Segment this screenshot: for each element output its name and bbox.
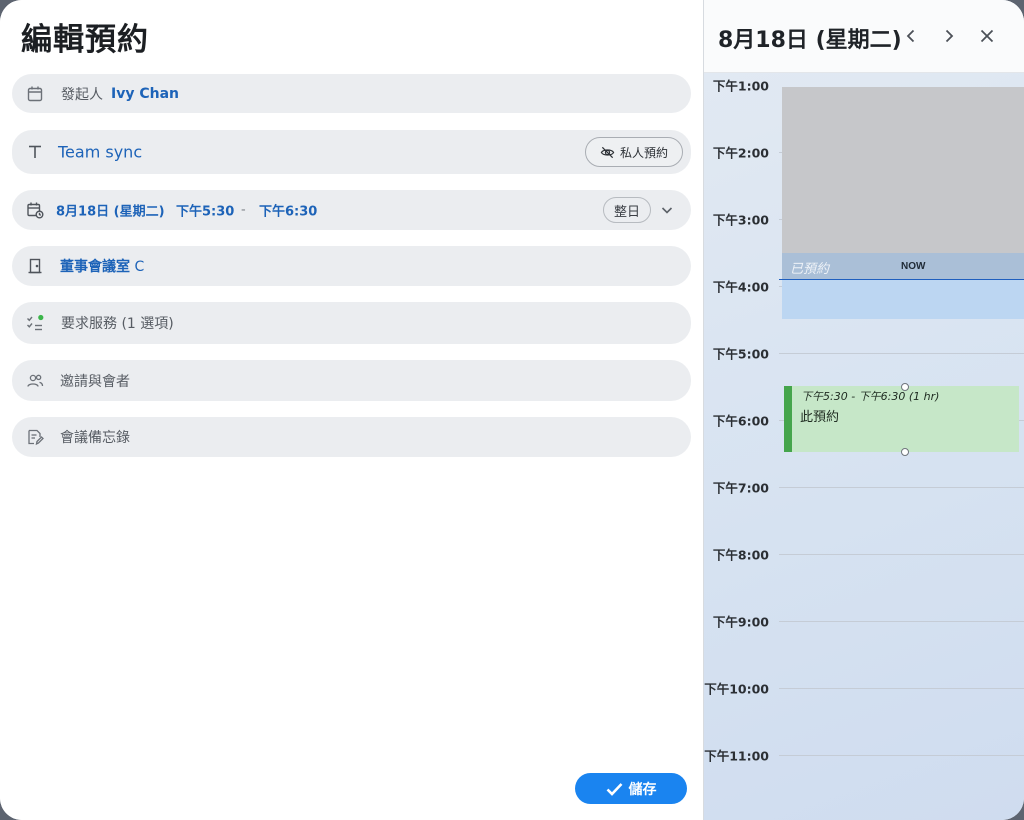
time-label: 下午9:00: [712, 614, 769, 630]
hour-gridline: [779, 688, 1024, 689]
event-title: 此預約: [800, 410, 840, 425]
time-label: 下午7:00: [712, 480, 769, 496]
time-label: 下午11:00: [704, 748, 769, 764]
room-name-suffix: C: [134, 259, 145, 275]
datetime-row[interactable]: 8月18日 (星期二) 下午5:30 - 下午6:30 整日: [12, 190, 691, 230]
room-row[interactable]: 董事會議室 C: [12, 246, 691, 286]
calendar-timeline[interactable]: 下午1:00 下午2:00 下午3:00 下午4:00 下午5:00 下午6:00 下午7:…: [704, 72, 1024, 820]
subject-field[interactable]: Team sync 私人預約: [12, 130, 691, 174]
event-resize-handle-bottom[interactable]: [901, 448, 909, 456]
time-separator: -: [241, 202, 246, 218]
page-title: 編輯預約: [21, 22, 149, 58]
this-booking-event[interactable]: 下午5:30 - 下午6:30 (1 hr) 此預約: [784, 386, 1019, 452]
check-icon: [606, 782, 622, 796]
date-value[interactable]: 8月18日 (星期二): [56, 201, 165, 220]
time-label: 下午10:00: [704, 681, 769, 697]
event-time: 下午5:30 - 下午6:30 (1 hr): [801, 390, 940, 403]
booking-dialog: 編輯預約 發起人 Ivy Chan Team sync 私人預約 8月18日 (…: [0, 0, 1024, 820]
start-time[interactable]: 下午5:30: [176, 201, 234, 220]
invite-row[interactable]: 邀請與會者: [12, 360, 691, 401]
calendar-header: 8月18日 (星期二): [704, 0, 1024, 73]
checklist-icon: [26, 314, 44, 332]
now-indicator: [779, 279, 1024, 280]
private-booking-label: 私人預約: [619, 145, 668, 160]
current-time-highlight: [782, 280, 1024, 319]
calendar-date-title: 8月18日 (星期二): [718, 28, 902, 53]
event-resize-handle-top[interactable]: [901, 383, 909, 391]
chevron-right-icon[interactable]: [939, 26, 959, 46]
organizer-row: 發起人 Ivy Chan: [12, 74, 691, 113]
time-label: 下午3:00: [712, 212, 769, 228]
hour-gridline: [779, 554, 1024, 555]
hour-gridline: [779, 353, 1024, 354]
now-label: NOW: [901, 261, 926, 272]
save-button[interactable]: 儲存: [575, 773, 687, 804]
calendar-clock-icon: [26, 201, 44, 219]
private-booking-toggle[interactable]: 私人預約: [584, 137, 683, 167]
eye-off-icon: [600, 146, 615, 159]
time-label: 下午4:00: [712, 279, 769, 295]
calendar-icon: [26, 85, 44, 103]
organizer-name[interactable]: Ivy Chan: [111, 86, 179, 102]
notes-row[interactable]: 會議備忘錄: [12, 417, 691, 457]
hour-gridline: [779, 621, 1024, 622]
note-edit-icon: [26, 428, 44, 446]
time-label: 下午2:00: [712, 145, 769, 161]
chevron-left-icon[interactable]: [901, 26, 921, 46]
booked-block: [782, 87, 1024, 253]
save-label: 儲存: [628, 781, 657, 798]
day-calendar-panel: 8月18日 (星期二) 下午1:00 下午2:00 下午3:00 下午4:00 下午5:…: [703, 0, 1024, 820]
invite-label: 邀請與會者: [60, 373, 130, 390]
chevron-down-icon[interactable]: [660, 203, 674, 217]
services-label: 要求服務 (1 選項): [61, 316, 174, 332]
services-row[interactable]: 要求服務 (1 選項): [12, 302, 691, 344]
room-name-main: 董事會議室: [60, 259, 130, 275]
subject-text[interactable]: Team sync: [58, 143, 142, 162]
time-label: 下午5:00: [712, 346, 769, 362]
close-icon[interactable]: [977, 26, 997, 46]
notes-label: 會議備忘錄: [60, 430, 130, 446]
time-label: 下午1:00: [712, 78, 769, 94]
people-icon: [26, 372, 44, 390]
end-time[interactable]: 下午6:30: [259, 201, 317, 220]
text-icon: [26, 143, 44, 161]
organizer-label: 發起人: [61, 86, 103, 103]
door-icon: [26, 257, 44, 275]
booked-label: 已預約: [790, 262, 830, 277]
edit-booking-form: 編輯預約 發起人 Ivy Chan Team sync 私人預約 8月18日 (…: [0, 0, 703, 820]
time-label: 下午6:00: [712, 413, 769, 429]
time-label: 下午8:00: [712, 547, 769, 563]
all-day-toggle[interactable]: 整日: [603, 197, 652, 223]
hour-gridline: [779, 487, 1024, 488]
room-name[interactable]: 董事會議室 C: [60, 256, 144, 276]
hour-gridline: [779, 755, 1024, 756]
